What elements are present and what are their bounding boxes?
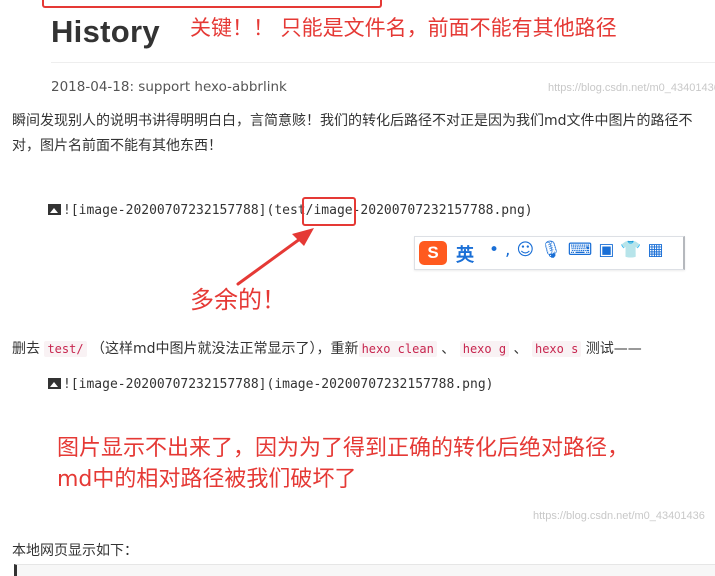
inline-code-hexo-clean: hexo clean [358,341,437,357]
markdown-after-text: ![image-20200707232157788](image-2020070… [63,377,494,392]
para2-text-2: （这样md中图片就没法正常显示了），重新 [91,341,359,357]
inline-code-test: test/ [44,341,87,357]
punctuation-icon[interactable]: •, [489,240,516,260]
watermark: https://blog.csdn.net/m0_43401436 [548,82,715,94]
inline-code-hexo-g: hexo g [459,341,510,357]
skin-icon[interactable]: 👕 [620,240,647,260]
image-placeholder-icon [48,204,61,215]
paragraph-delete-test: 删去 test/ （这样md中图片就没法正常显示了），重新 hexo clean … [12,338,642,358]
annotation-bottom: 图片显示不出来了，因为为了得到正确的转化后绝对路径， md中的相对路径被我们破坏了 [57,433,629,495]
history-entry: 2018-04-18: support hexo-abbrlink [51,79,287,95]
para2-text-1: 删去 [12,341,40,357]
markdown-line-after: ![image-20200707232157788](image-2020070… [48,377,493,392]
annotation-extra: 多余的！ [190,286,286,314]
inline-code-hexo-s: hexo s [531,341,582,357]
image-placeholder-icon [48,378,61,389]
para2-separator-2: 、 [513,341,528,357]
toolbox-icon[interactable]: ▣ [598,240,620,260]
sogou-logo-icon[interactable]: S [419,241,447,265]
markdown-prefix: ![image-20200707232157788] [63,203,267,218]
ime-mode-toggle[interactable]: 英 [456,241,474,267]
markdown-line-before: ![image-20200707232157788](test/image-20… [48,203,533,218]
keyboard-icon[interactable]: ⌨ [568,240,599,260]
apps-grid-icon[interactable]: ▦ [648,240,670,260]
heading-divider [51,62,715,63]
para2-separator-1: 、 [441,341,456,357]
paragraph-local-page: 本地网页显示如下： [12,543,138,559]
annotation-bottom-line-1: 图片显示不出来了，因为为了得到正确的转化后绝对路径， [57,436,630,461]
emoji-icon[interactable]: ☺ [516,240,540,260]
ime-tool-icons[interactable]: •,☺🎙⌨▣👕▦ [489,240,670,260]
top-highlight-box [42,0,382,8]
microphone-icon[interactable]: 🎙 [540,240,568,260]
annotation-bottom-line-2: md中的相对路径被我们破坏了 [57,467,357,492]
annotation-top: 关键！！ 只能是文件名，前面不能有其他路径 [190,16,617,40]
paragraph-explanation: 瞬间发现别人的说明书讲得明明白白，言简意赅！我们的转化后路径不对正是因为我们md… [12,113,693,154]
ime-toolbar[interactable]: S 英 •,☺🎙⌨▣👕▦ [414,236,685,270]
page-heading: History [51,14,160,49]
watermark-bottom: https://blog.csdn.net/m0_43401436 [533,510,705,522]
embedded-screenshot-edge [14,564,715,576]
para2-text-3: 测试—— [585,341,642,357]
